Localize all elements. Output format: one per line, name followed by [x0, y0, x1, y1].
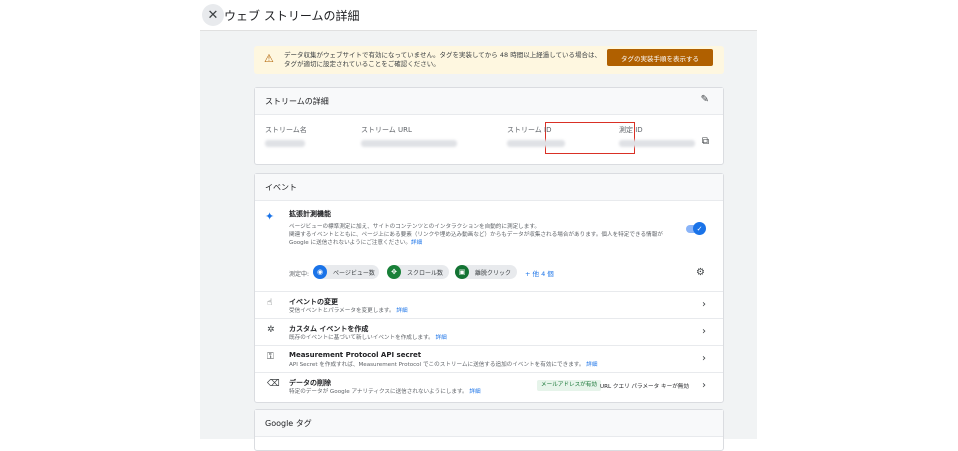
eye-icon: ◉ [313, 265, 327, 279]
chevron-right-icon[interactable]: › [702, 299, 706, 310]
chip-outbound-clicks-label: 離脱クリック [475, 270, 512, 277]
stream-url-value [361, 140, 457, 147]
close-icon[interactable]: ✕ [202, 4, 224, 26]
sparkle-click-icon: ✲ [267, 325, 275, 335]
enhanced-desc-line3: Google に送信されないようにご注意ください。詳細 [289, 239, 689, 247]
stream-url-label: ストリーム URL [361, 126, 412, 134]
enhanced-desc-line1: ページビューの標準測定に加え、サイトのコンテンツとのインタラクションを自動的に測… [289, 224, 540, 230]
chevron-right-icon[interactable]: › [702, 380, 706, 391]
enhanced-measurement-title: 拡張計測機能 [289, 210, 331, 218]
modify-events-desc-text: 受信イベントとパラメータを変更します。 [289, 308, 395, 314]
stream-id-value [507, 140, 565, 147]
check-icon[interactable]: ✓ [693, 222, 706, 235]
banner-text: データ収集がウェブサイトで有効になっていません。タグを実装してから 48 時間以… [284, 51, 601, 68]
measurement-protocol-desc-text: API Secret を作成すれば、Measurement Protocol で… [289, 362, 585, 368]
measurement-id-label: 測定 ID [619, 126, 643, 134]
enhanced-measurement-desc: ページビューの標準測定に加え、サイトのコンテンツとのインタラクションを自動的に測… [289, 223, 689, 247]
events-title: イベント [265, 183, 297, 192]
enhanced-desc-line2: 関連するイベントとともに、ページ上にある要素（リンクや埋め込み動画など）からもデ… [289, 232, 663, 238]
divider [255, 318, 723, 319]
modify-events-link[interactable]: 詳細 [396, 308, 407, 314]
left-margin [0, 0, 200, 439]
sparkle-icon: ✦ [265, 210, 275, 223]
warning-banner: ⚠ データ収集がウェブサイトで有効になっていません。タグを実装してから 48 時… [254, 46, 724, 74]
google-tag-title: Google タグ [265, 419, 312, 428]
copy-icon[interactable]: ⧉ [702, 136, 709, 147]
lock-icon: ▣ [455, 265, 469, 279]
crosshair-icon: ✥ [387, 265, 401, 279]
right-margin [757, 0, 958, 439]
create-custom-event-title: カスタム イベントを作成 [289, 325, 369, 333]
divider [255, 291, 723, 292]
chip-scrolls-label: スクロール数 [407, 270, 444, 277]
modify-events-desc: 受信イベントとパラメータを変更します。 詳細 [289, 307, 689, 315]
measurement-protocol-title: Measurement Protocol API secret [289, 351, 422, 359]
more-events-link[interactable]: + 他 4 個 [525, 268, 554, 278]
google-tag-header: Google タグ [255, 410, 723, 437]
main-content: ⚠ データ収集がウェブサイトで有効になっていません。タグを実装してから 48 時… [200, 31, 757, 451]
show-tag-instructions-button[interactable]: タグの実装手順を表示する [607, 49, 713, 66]
page-title: ウェブ ストリームの詳細 [224, 9, 360, 23]
enhanced-desc-line3-text: Google に送信されないようにご注意ください。 [289, 240, 411, 246]
stream-id-label: ストリーム ID [507, 126, 552, 134]
measuring-label: 測定中: [289, 271, 310, 278]
chevron-right-icon[interactable]: › [702, 353, 706, 364]
create-custom-event-desc: 既存のイベントに基づいて新しいイベントを作成します。 詳細 [289, 334, 689, 342]
stream-details-title: ストリームの詳細 [265, 97, 329, 106]
measurement-protocol-desc: API Secret を作成すれば、Measurement Protocol で… [289, 361, 689, 369]
measurement-protocol-link[interactable]: 詳細 [586, 362, 597, 368]
stream-name-label: ストリーム名 [265, 126, 307, 134]
stream-name-value [265, 140, 305, 147]
data-redaction-desc-text: 特定のデータが Google アナリティクスに送信されないようにします。 [289, 389, 468, 395]
chip-page-views: ◉ ページビュー数 [313, 265, 379, 279]
modify-events-title: イベントの変更 [289, 298, 338, 306]
touch-icon: ☝ [267, 298, 273, 308]
create-custom-event-link[interactable]: 詳細 [436, 335, 447, 341]
create-custom-event-desc-text: 既存のイベントに基づいて新しいイベントを作成します。 [289, 335, 434, 341]
eraser-icon: ⌫ [267, 379, 280, 389]
divider [255, 345, 723, 346]
status-badge: メールアドレスが有効 [537, 380, 601, 391]
enhanced-learn-more-link[interactable]: 詳細 [411, 240, 422, 246]
events-header: イベント [255, 174, 723, 201]
warning-icon: ⚠ [264, 52, 274, 65]
url-query-status: URL クエリ パラメータ キーが無効 [600, 384, 689, 390]
top-bar: ✕ ウェブ ストリームの詳細 [200, 0, 757, 31]
data-redaction-link[interactable]: 詳細 [469, 389, 480, 395]
key-icon: ⚿ [267, 352, 274, 362]
google-tag-card: Google タグ [254, 409, 724, 451]
data-redaction-title: データの削除 [289, 379, 331, 387]
chip-scrolls: ✥ スクロール数 [387, 265, 449, 279]
pencil-icon[interactable]: ✎ [701, 94, 709, 105]
gear-icon[interactable]: ⚙ [696, 267, 705, 278]
stream-details-header: ストリームの詳細 ✎ [255, 88, 723, 115]
events-card: イベント ✦ 拡張計測機能 ページビューの標準測定に加え、サイトのコンテンツとの… [254, 173, 724, 403]
stream-details-card: ストリームの詳細 ✎ ストリーム名 ストリーム URL ストリーム ID 測定 … [254, 87, 724, 165]
chevron-right-icon[interactable]: › [702, 326, 706, 337]
chip-outbound-clicks: ▣ 離脱クリック [455, 265, 517, 279]
chip-page-views-label: ページビュー数 [333, 270, 375, 277]
data-redaction-desc: 特定のデータが Google アナリティクスに送信されないようにします。 詳細 [289, 388, 529, 396]
measurement-id-value [619, 140, 695, 147]
divider [255, 372, 723, 373]
